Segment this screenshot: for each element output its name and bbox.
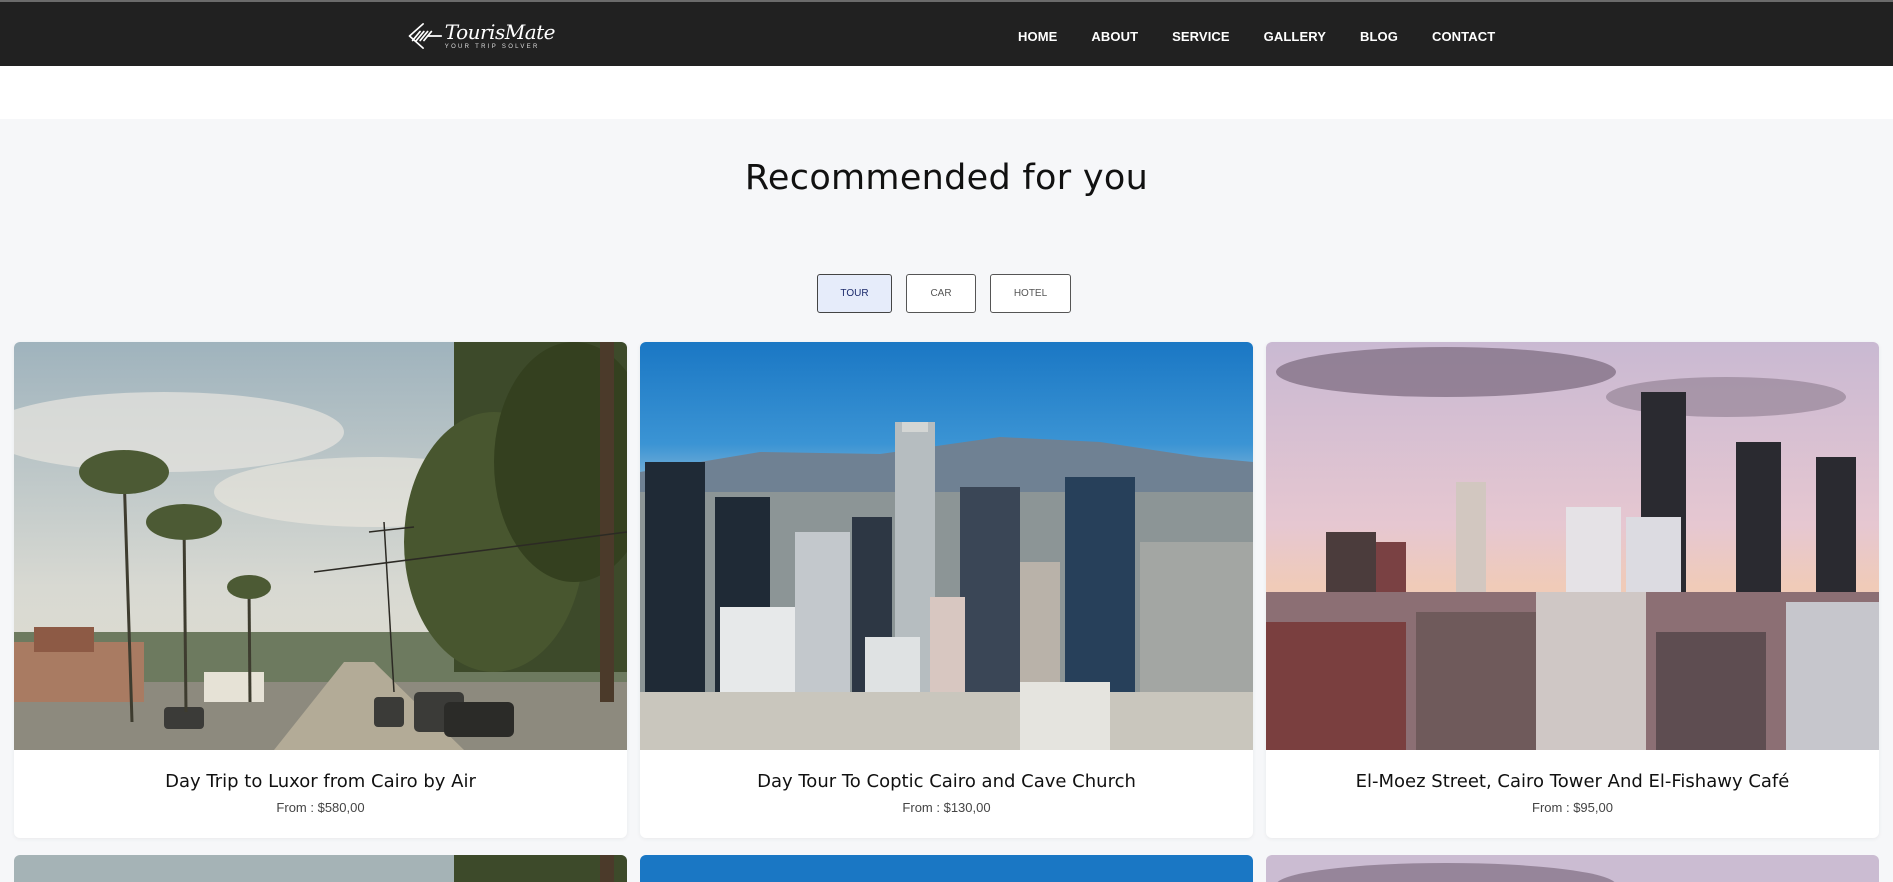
tour-card[interactable]: El-Moez Street, Cairo Tower And El-Fisha…	[1266, 342, 1879, 838]
top-navbar: TourisMate YOUR TRIP SOLVER HOME ABOUT S…	[0, 0, 1893, 66]
nav-gallery[interactable]: GALLERY	[1264, 29, 1326, 44]
filter-hotel-button[interactable]: HOTEL	[990, 274, 1071, 313]
filter-car-button[interactable]: CAR	[906, 274, 976, 313]
nav-about[interactable]: ABOUT	[1091, 29, 1138, 44]
card-title[interactable]: Day Tour To Coptic Cairo and Cave Church	[640, 771, 1253, 792]
nav-home[interactable]: HOME	[1018, 29, 1057, 44]
category-filters: TOUR CAR HOTEL	[817, 274, 1071, 313]
downtown-skyline-photo	[640, 342, 1253, 750]
nav-contact[interactable]: CONTACT	[1432, 29, 1495, 44]
dusk-skyline-photo	[1266, 855, 1879, 882]
logo[interactable]: TourisMate YOUR TRIP SOLVER	[405, 16, 556, 56]
palm-street-photo	[14, 342, 627, 750]
section-title: Recommended for you	[744, 158, 1149, 198]
card-price: From : $580,00	[276, 800, 365, 815]
downtown-skyline-photo	[640, 855, 1253, 882]
main-nav: HOME ABOUT SERVICE GALLERY BLOG CONTACT	[1018, 29, 1495, 44]
dusk-skyline-photo	[1266, 342, 1879, 750]
header-spacer	[0, 66, 1893, 119]
tour-card[interactable]: Day Tour To Coptic Cairo and Cave Church…	[640, 342, 1253, 838]
logo-arrows-icon	[408, 23, 443, 49]
tour-card-partial[interactable]	[1266, 855, 1879, 882]
tour-card-partial[interactable]	[14, 855, 627, 882]
filter-tour-button[interactable]: TOUR	[817, 274, 892, 313]
card-title[interactable]: Day Trip to Luxor from Cairo by Air	[14, 771, 627, 792]
logo-tagline: YOUR TRIP SOLVER	[444, 44, 540, 50]
card-price: From : $130,00	[902, 800, 991, 815]
tour-card-partial[interactable]	[640, 855, 1253, 882]
nav-service[interactable]: SERVICE	[1172, 29, 1230, 44]
logo-name: TourisMate	[444, 20, 556, 44]
palm-street-photo	[14, 855, 627, 882]
card-title[interactable]: El-Moez Street, Cairo Tower And El-Fisha…	[1266, 771, 1879, 792]
nav-blog[interactable]: BLOG	[1360, 29, 1398, 44]
card-price: From : $95,00	[1532, 800, 1613, 815]
tour-card[interactable]: Day Trip to Luxor from Cairo by Air From…	[14, 342, 627, 838]
